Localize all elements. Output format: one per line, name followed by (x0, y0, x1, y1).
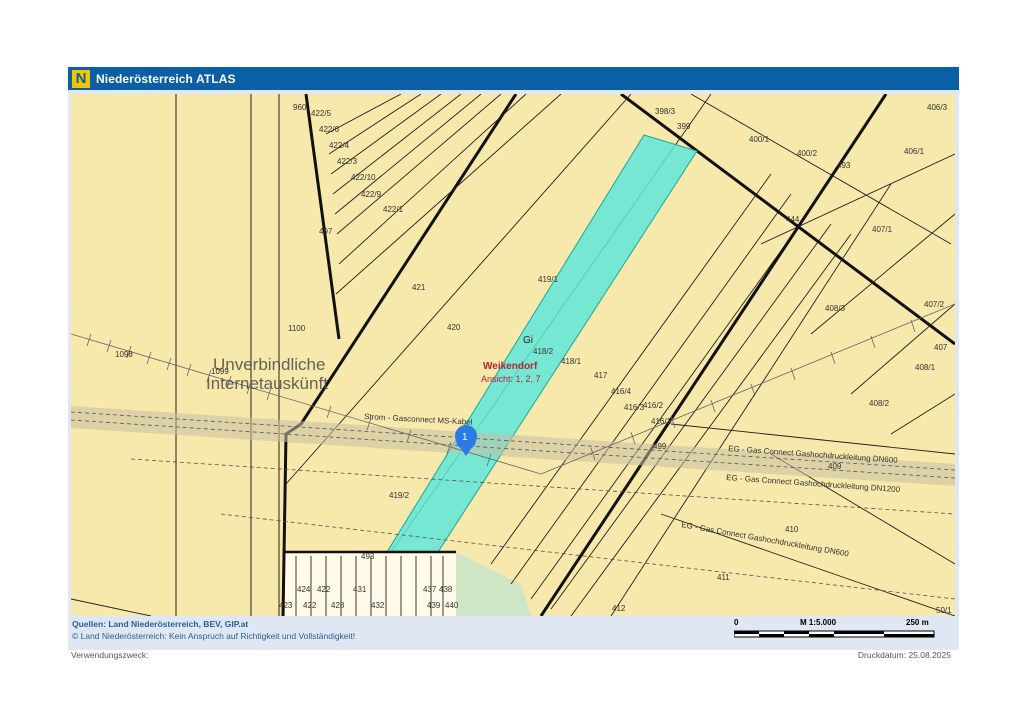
svg-text:418/2: 418/2 (533, 347, 554, 356)
parcel-label: 960 (293, 103, 307, 112)
svg-text:1100: 1100 (288, 324, 306, 333)
map-canvas[interactable]: 960 422/5 422/6 422/4 422/3 422/10 422/9… (71, 94, 955, 616)
print-date: Druckdatum: 25.08.2025 (857, 650, 951, 660)
scale-start: 0 (734, 618, 739, 627)
svg-text:422/9: 422/9 (361, 190, 382, 199)
svg-text:422: 422 (317, 585, 331, 594)
svg-text:406/1: 406/1 (904, 147, 925, 156)
scale-ratio: M 1:5.000 (800, 618, 837, 627)
svg-text:416/3: 416/3 (624, 403, 645, 412)
watermark-line-2: Internetauskünft (206, 374, 328, 393)
land-use-code: Gi (523, 335, 533, 346)
svg-text:424: 424 (297, 585, 311, 594)
svg-text:416/1: 416/1 (651, 417, 672, 426)
scale-bar-graphic (734, 630, 935, 638)
svg-text:497: 497 (319, 227, 333, 236)
scale-end: 250 m (906, 618, 929, 627)
svg-text:400/1: 400/1 (749, 135, 770, 144)
scale-bar: 0 M 1:5.000 250 m (734, 618, 954, 644)
svg-text:407/2: 407/2 (924, 300, 945, 309)
svg-text:422/3: 422/3 (337, 157, 358, 166)
svg-text:416/4: 416/4 (611, 387, 632, 396)
svg-text:1098: 1098 (115, 350, 133, 359)
svg-text:423: 423 (279, 601, 293, 610)
svg-text:493: 493 (361, 552, 375, 561)
svg-text:418/1: 418/1 (561, 357, 582, 366)
svg-text:406/3: 406/3 (927, 103, 948, 112)
cadastral-map[interactable]: 960 422/5 422/6 422/4 422/3 422/10 422/9… (71, 94, 955, 616)
sources-text: Quellen: Land Niederösterreich, BEV, GIP… (72, 619, 249, 629)
svg-text:399: 399 (677, 122, 691, 131)
svg-text:422/4: 422/4 (329, 141, 350, 150)
svg-text:438: 438 (439, 585, 453, 594)
svg-text:410: 410 (785, 525, 799, 534)
svg-text:50/1: 50/1 (936, 606, 952, 615)
svg-text:440: 440 (445, 601, 459, 610)
svg-text:417: 417 (594, 371, 608, 380)
svg-text:400/2: 400/2 (797, 149, 818, 158)
place-subtitle: Ansicht: 1, 2, 7 (481, 374, 541, 384)
svg-text:419/2: 419/2 (389, 491, 410, 500)
marker-number: 1 (462, 432, 468, 443)
svg-text:428: 428 (331, 601, 345, 610)
app-title: Niederösterreich ATLAS (96, 71, 236, 86)
svg-text:409: 409 (828, 462, 842, 471)
svg-text:422/10: 422/10 (351, 173, 376, 182)
svg-text:422: 422 (303, 601, 317, 610)
svg-text:398/3: 398/3 (655, 107, 676, 116)
svg-text:432: 432 (371, 601, 385, 610)
watermark-line-1: Unverbindliche (213, 355, 325, 374)
svg-text:419/1: 419/1 (538, 275, 559, 284)
svg-text:437: 437 (423, 585, 437, 594)
svg-text:421: 421 (412, 283, 426, 292)
svg-text:493: 493 (837, 161, 851, 170)
svg-text:407: 407 (934, 343, 948, 352)
svg-text:431: 431 (353, 585, 367, 594)
svg-text:416/2: 416/2 (643, 401, 664, 410)
svg-text:412: 412 (612, 604, 626, 613)
svg-text:407/1: 407/1 (872, 225, 893, 234)
noe-logo-icon: N (72, 69, 90, 88)
place-name: Weikendorf (483, 361, 538, 372)
svg-text:499: 499 (653, 442, 667, 451)
copyright-text: © Land Niederösterreich: Kein Anspruch a… (72, 631, 356, 641)
svg-text:422/6: 422/6 (319, 125, 340, 134)
print-sheet: N Niederösterreich ATLAS 960 422/5 422/6… (68, 67, 959, 650)
svg-text:444: 444 (786, 215, 800, 224)
atlas-header: N Niederösterreich ATLAS (68, 67, 959, 90)
svg-text:408/2: 408/2 (869, 399, 890, 408)
svg-text:408/3: 408/3 (825, 304, 846, 313)
svg-text:420: 420 (447, 323, 461, 332)
map-footer: Quellen: Land Niederösterreich, BEV, GIP… (68, 616, 959, 650)
purpose-label: Verwendungszweck: (71, 650, 149, 660)
svg-text:411: 411 (717, 573, 730, 582)
svg-text:422/1: 422/1 (383, 205, 404, 214)
svg-text:408/1: 408/1 (915, 363, 936, 372)
svg-text:422/5: 422/5 (311, 109, 332, 118)
svg-text:439: 439 (427, 601, 441, 610)
